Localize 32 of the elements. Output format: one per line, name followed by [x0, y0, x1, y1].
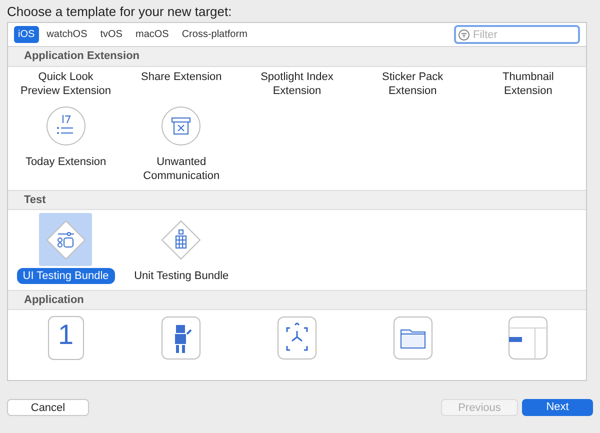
template-label[interactable]: Quick Look Preview Extension [12, 69, 120, 99]
template-label[interactable]: Share Extension [135, 69, 228, 85]
cube-arrows-icon [276, 316, 317, 360]
section-header: Test [8, 190, 586, 210]
grid-diamond-icon [161, 220, 202, 260]
prompt-text: Choose a template for your new target: [6, 3, 233, 21]
template-label[interactable]: Thumbnail Extension [474, 69, 582, 99]
folder-icon [392, 316, 433, 360]
platform-tab[interactable]: watchOS [42, 26, 92, 43]
template-label[interactable]: Unit Testing Bundle [128, 268, 235, 284]
dialog-button[interactable]: Cancel [7, 399, 89, 416]
sidebar-layout-icon [508, 316, 548, 360]
filter-field[interactable]: Filter [454, 25, 580, 44]
ui-test-diamond-icon [46, 220, 86, 260]
template-label[interactable]: UI Testing Bundle [16, 268, 115, 284]
template-label[interactable]: Spotlight Index Extension [242, 69, 351, 99]
template-label[interactable]: Today Extension [19, 154, 112, 170]
robot-figure-icon [161, 316, 202, 360]
filter-icon [458, 29, 470, 41]
section-header: Application [8, 290, 586, 310]
dialog-button[interactable]: Next [522, 399, 593, 416]
platform-tab[interactable]: Cross-platform [176, 26, 252, 43]
platform-tab[interactable]: tvOS [95, 26, 128, 43]
template-label[interactable]: Unwanted Communication [127, 154, 236, 184]
platform-tab[interactable]: iOS [14, 26, 39, 43]
template-label[interactable]: Sticker Pack Extension [358, 69, 467, 99]
calendar-list-icon [46, 106, 86, 146]
platform-tab[interactable]: macOS [130, 26, 174, 43]
archive-box-icon [161, 106, 202, 146]
number-tile-icon: 1 [48, 316, 84, 360]
section-header: Application Extension [8, 47, 586, 67]
selected-template-tile[interactable] [39, 213, 92, 266]
